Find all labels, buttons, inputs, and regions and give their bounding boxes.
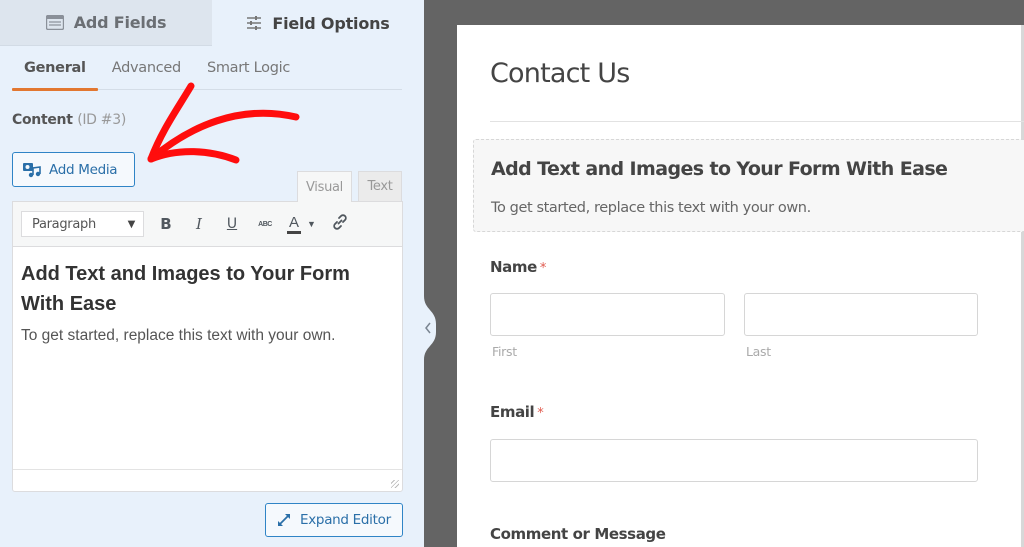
content-preview-heading: Add Text and Images to Your Form With Ea…: [491, 158, 948, 180]
expand-editor-label: Expand Editor: [300, 512, 391, 528]
content-label-text: Content: [12, 112, 73, 128]
text-color-icon: A: [287, 214, 302, 234]
first-name-input[interactable]: [490, 293, 725, 336]
content-field-preview[interactable]: Add Text and Images to Your Form With Ea…: [473, 139, 1024, 232]
tab-field-options[interactable]: Field Options: [212, 0, 424, 46]
editor-content-area[interactable]: Add Text and Images to Your Form With Ea…: [13, 247, 402, 469]
editor-heading: Add Text and Images to Your Form With Ea…: [21, 263, 350, 315]
form-builder: Contact Us Add Text and Images to Your F…: [0, 0, 1024, 547]
editor-tab-text[interactable]: Text: [358, 171, 402, 201]
add-media-button[interactable]: Add Media: [12, 152, 135, 187]
resize-handle-icon[interactable]: [391, 480, 399, 488]
comment-field-label: Comment or Message: [490, 525, 666, 543]
editor-toolbar: Paragraph ▼ B I U ABC A ▼: [13, 202, 402, 247]
underline-button[interactable]: U: [218, 210, 246, 238]
rich-text-editor: Paragraph ▼ B I U ABC A ▼ Add Text and I…: [12, 201, 403, 492]
content-field-label: Content (ID #3): [12, 112, 126, 128]
bold-button[interactable]: B: [152, 210, 180, 238]
media-icon: [23, 162, 41, 178]
link-icon: [331, 213, 349, 235]
first-sublabel: First: [492, 344, 517, 359]
subtab-smart-logic[interactable]: Smart Logic: [207, 46, 290, 90]
field-options-subtabs: General Advanced Smart Logic: [12, 46, 402, 91]
editor-tab-visual[interactable]: Visual: [297, 171, 352, 202]
field-id: (ID #3): [77, 112, 127, 128]
field-options-sidebar: Add Fields Field Options General Advance…: [0, 0, 424, 547]
strikethrough-button[interactable]: ABC: [251, 210, 279, 238]
italic-button[interactable]: I: [185, 210, 213, 238]
collapse-sidebar-handle[interactable]: [418, 296, 442, 360]
chevron-down-icon: ▼: [127, 218, 136, 230]
email-label-text: Email: [490, 403, 535, 421]
link-button[interactable]: [326, 210, 354, 238]
email-field-label: Email *: [490, 403, 544, 421]
name-label-text: Name: [490, 258, 537, 276]
email-input[interactable]: [490, 439, 978, 482]
expand-icon: [276, 512, 292, 528]
sidebar-top-tabs: Add Fields Field Options: [0, 0, 424, 46]
list-icon: [45, 15, 64, 30]
editor-statusbar: [13, 469, 402, 491]
expand-editor-button[interactable]: Expand Editor: [265, 503, 403, 537]
format-select-value: Paragraph: [32, 216, 96, 232]
sliders-icon: [246, 16, 262, 30]
add-media-label: Add Media: [49, 161, 118, 178]
editor-paragraph: To get started, replace this text with y…: [21, 327, 336, 344]
last-name-input[interactable]: [744, 293, 978, 336]
subtab-advanced[interactable]: Advanced: [112, 46, 182, 90]
form-title: Contact Us: [490, 58, 630, 89]
required-indicator: *: [537, 406, 544, 421]
last-sublabel: Last: [746, 344, 771, 359]
tab-add-fields[interactable]: Add Fields: [0, 0, 212, 46]
tab-field-options-label: Field Options: [272, 13, 390, 33]
required-indicator: *: [539, 261, 547, 276]
text-color-button[interactable]: A ▼: [287, 214, 316, 234]
subtab-general[interactable]: General: [12, 46, 98, 91]
format-select[interactable]: Paragraph ▼: [21, 211, 144, 237]
name-field-label: Name *: [490, 258, 546, 276]
content-preview-text: To get started, replace this text with y…: [491, 200, 811, 216]
tab-add-fields-label: Add Fields: [73, 13, 167, 32]
title-divider: [490, 121, 1024, 122]
chevron-down-icon[interactable]: ▼: [307, 219, 316, 229]
